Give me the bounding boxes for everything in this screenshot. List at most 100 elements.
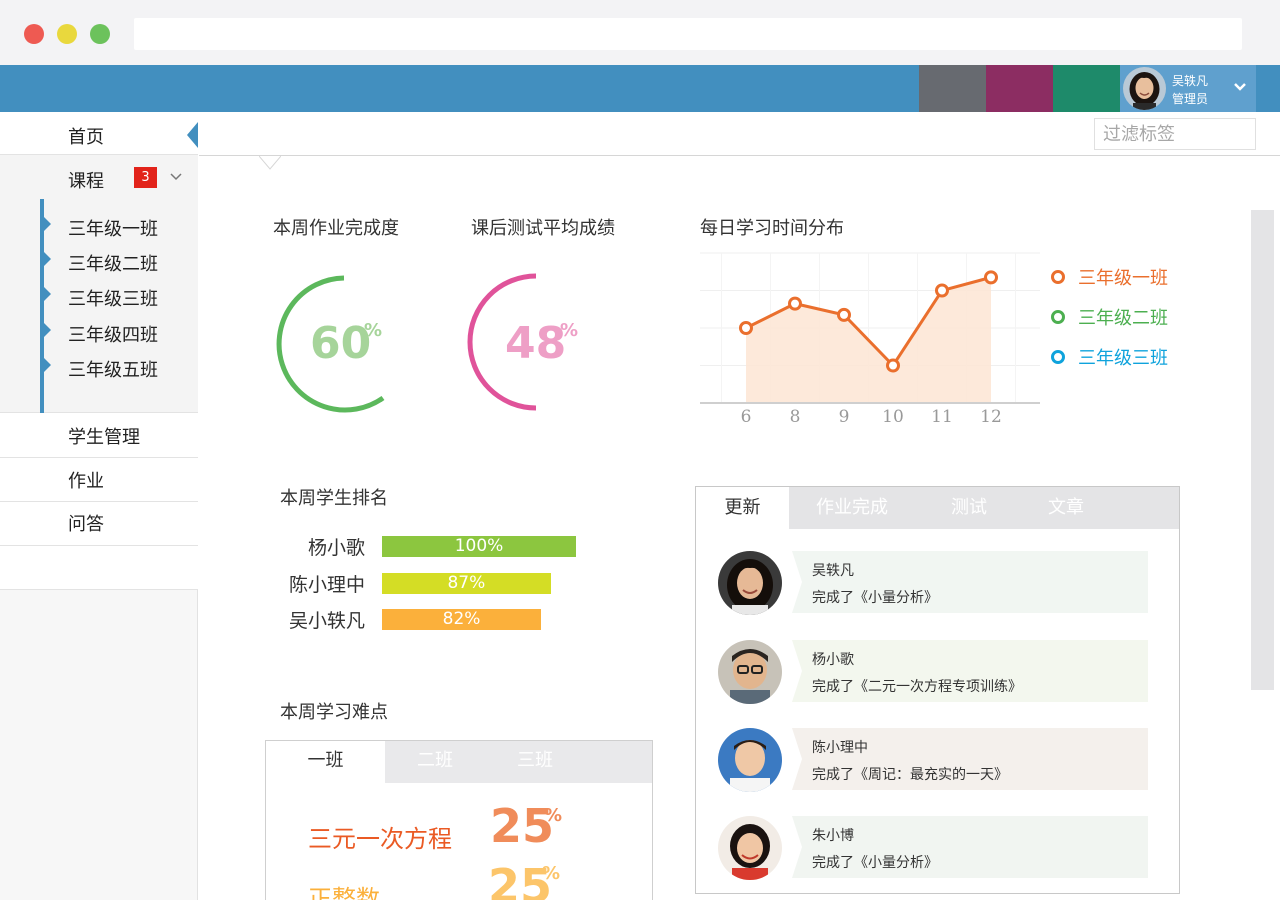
sidebar-item-class-1[interactable]: 三年级一班	[44, 207, 194, 242]
close-window-button[interactable]	[24, 24, 44, 44]
data-point	[984, 270, 998, 285]
sidebar-item-students[interactable]: 学生管理	[0, 413, 198, 458]
x-tick-label: 8	[790, 407, 801, 427]
ranking-bar: 100%	[382, 536, 576, 557]
scrollbar[interactable]	[1251, 210, 1274, 690]
avatar	[718, 816, 782, 880]
difficulty-panel: 一班 二班 三班 三元一次方程 25 % 正整数 25 %	[265, 740, 653, 900]
x-tick-label: 6	[741, 407, 752, 427]
ranking-row: 杨小歌 100%	[270, 531, 590, 561]
sidebar-item-class-2[interactable]: 三年级二班	[44, 242, 194, 277]
sidebar-item-label: 三年级二班	[68, 254, 158, 275]
sidebar-item-label: 学生管理	[68, 427, 140, 448]
sidebar-item-home[interactable]: 首页	[0, 112, 198, 155]
avatar	[718, 640, 782, 704]
tab-homework-done[interactable]: 作业完成	[789, 487, 915, 529]
theme-swatch-gray[interactable]	[919, 65, 986, 112]
triangle-right-icon	[44, 252, 51, 266]
chevron-down-icon[interactable]	[169, 169, 183, 183]
tab-class-3[interactable]: 三班	[485, 741, 585, 783]
chart-legend: 三年级一班 三年级二班 三年级三班	[1050, 264, 1210, 384]
updates-tabs: 更新 作业完成 测试 文章	[696, 487, 1179, 529]
difficulty-title: 本周学习难点	[280, 702, 388, 723]
user-menu[interactable]: 吴轶凡 管理员	[1120, 65, 1256, 112]
ranking-row: 陈小理中 87%	[270, 568, 590, 598]
list-item[interactable]: 陈小理中 完成了《周记：最充实的一天》	[718, 728, 1158, 792]
list-item[interactable]: 吴轶凡 完成了《小量分析》	[718, 551, 1158, 615]
update-text: 完成了《二元一次方程专项训练》	[812, 679, 1022, 695]
test-score-title: 课后测试平均成绩	[471, 218, 615, 239]
avatar	[718, 728, 782, 792]
circle-icon	[1051, 270, 1065, 284]
browser-chrome	[0, 0, 1280, 65]
test-score-gauge: 48 %	[460, 268, 600, 418]
list-item[interactable]: 杨小歌 完成了《二元一次方程专项训练》	[718, 640, 1158, 704]
x-tick-label: 10	[882, 407, 904, 427]
difficulty-topic: 正整数	[308, 885, 380, 900]
chevron-down-icon[interactable]	[1232, 79, 1248, 95]
line-chart-svg: 6 8 9 10 11 12	[700, 252, 1040, 427]
sidebar-item-course[interactable]: 课程 3	[0, 155, 198, 199]
course-count-badge: 3	[134, 167, 157, 188]
gauge-unit: %	[560, 320, 579, 341]
legend-label: 三年级二班	[1078, 308, 1168, 329]
update-text: 完成了《周记：最充实的一天》	[812, 767, 1008, 783]
user-role: 管理员	[1172, 92, 1209, 106]
data-point	[837, 307, 851, 322]
minimize-window-button[interactable]	[57, 24, 77, 44]
theme-swatch-purple[interactable]	[986, 65, 1053, 112]
data-point	[935, 283, 949, 298]
legend-item[interactable]: 三年级三班	[1050, 344, 1210, 384]
sidebar-item-class-3[interactable]: 三年级三班	[44, 277, 194, 312]
sidebar-item-homework[interactable]: 作业	[0, 458, 198, 502]
notch-icon	[258, 155, 282, 170]
triangle-right-icon	[44, 323, 51, 337]
legend-label: 三年级三班	[1078, 348, 1168, 369]
update-text: 完成了《小量分析》	[812, 590, 938, 606]
maximize-window-button[interactable]	[90, 24, 110, 44]
gauge-value: 48	[505, 318, 567, 369]
ranking-title: 本周学生排名	[280, 488, 388, 509]
homework-completion-gauge: 60 %	[262, 268, 402, 418]
homework-completion-title: 本周作业完成度	[273, 218, 399, 239]
triangle-right-icon	[44, 287, 51, 301]
difficulty-unit: %	[544, 805, 563, 826]
active-indicator-icon	[187, 122, 198, 148]
difficulty-topic: 三元一次方程	[308, 825, 452, 853]
tab-articles[interactable]: 文章	[1023, 487, 1109, 529]
address-bar[interactable]	[134, 18, 1242, 50]
sidebar-item-label: 首页	[68, 127, 104, 148]
data-point	[886, 358, 900, 373]
tab-class-2[interactable]: 二班	[385, 741, 485, 783]
x-tick-label: 11	[931, 407, 953, 427]
data-point	[788, 296, 802, 311]
x-tick-label: 9	[839, 407, 850, 427]
student-name: 陈小理中	[288, 574, 365, 596]
filter-tags-input[interactable]	[1094, 118, 1256, 150]
tab-updates[interactable]: 更新	[696, 487, 789, 529]
tab-class-1[interactable]: 一班	[266, 741, 385, 783]
app-header: 吴轶凡 管理员	[0, 65, 1280, 112]
circle-icon	[1051, 310, 1065, 324]
difficulty-tabs: 一班 二班 三班	[266, 741, 652, 783]
sidebar-item-empty	[0, 546, 198, 590]
theme-swatch-green[interactable]	[1053, 65, 1120, 112]
update-user-name: 陈小理中	[812, 740, 868, 756]
tab-tests[interactable]: 测试	[915, 487, 1023, 529]
sidebar-item-class-5[interactable]: 三年级五班	[44, 348, 194, 383]
list-item[interactable]: 朱小博 完成了《小量分析》	[718, 816, 1158, 880]
student-name: 吴小轶凡	[288, 610, 365, 632]
legend-item[interactable]: 三年级二班	[1050, 304, 1210, 344]
line-chart-title: 每日学习时间分布	[700, 218, 844, 239]
triangle-right-icon	[44, 217, 51, 231]
legend-item[interactable]: 三年级一班	[1050, 264, 1210, 304]
sidebar-item-label: 课程	[68, 171, 104, 192]
sidebar-item-label: 三年级三班	[68, 289, 158, 310]
gauge-value: 60	[310, 318, 372, 369]
ranking-bar: 87%	[382, 573, 551, 594]
course-submenu: 三年级一班 三年级二班 三年级三班 三年级四班 三年级五班	[0, 199, 198, 413]
update-user-name: 吴轶凡	[812, 563, 854, 579]
data-point	[739, 321, 753, 335]
sidebar-item-class-4[interactable]: 三年级四班	[44, 313, 194, 348]
sidebar-item-qa[interactable]: 问答	[0, 502, 198, 546]
